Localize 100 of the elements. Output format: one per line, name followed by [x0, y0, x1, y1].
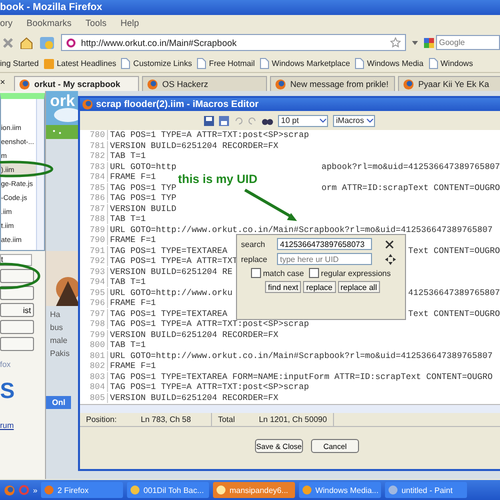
- address-bar[interactable]: http://www.orkut.co.in/Main#Scrapbook: [61, 34, 406, 51]
- sidebar-logo: S: [0, 378, 16, 404]
- sidebar-caption: fox: [0, 360, 12, 369]
- checkbox-label: regular expressions: [320, 268, 391, 278]
- dialog-button[interactable]: replace: [303, 281, 336, 293]
- search-input[interactable]: 4125366473897658073: [277, 238, 372, 250]
- profile-text: male: [50, 336, 68, 345]
- replace-input[interactable]: type here ur UID: [277, 253, 372, 265]
- sidebar-button[interactable]: ist: [0, 303, 34, 317]
- code-text: Text CONTENT=OUGRO: [408, 308, 500, 319]
- site-logo: ork: [50, 93, 75, 111]
- line-number: 796: [80, 298, 108, 308]
- forum-link[interactable]: rum: [0, 421, 45, 430]
- app-icon: [302, 485, 312, 495]
- bookmark-link[interactable]: Windows Marketplace: [260, 58, 350, 69]
- line-number: 800: [80, 340, 108, 350]
- browser-tab[interactable]: orkut - My scrapbook: [14, 76, 140, 91]
- sidebar-button[interactable]: [0, 320, 34, 334]
- code-text: 412536647389765807: [408, 288, 500, 298]
- line-number: 804: [80, 382, 108, 392]
- code-text: TAG POS=1 TYPE=A ATTR=TXT:post<SP>scrap: [110, 319, 309, 330]
- more-button[interactable]: »: [33, 486, 38, 494]
- page-icon: [121, 58, 130, 69]
- checkbox[interactable]: [251, 268, 261, 278]
- online-bar[interactable]: Onl: [46, 396, 72, 409]
- menu-item[interactable]: Help: [120, 18, 140, 28]
- close-icon[interactable]: [385, 240, 394, 248]
- dialog-button[interactable]: find next: [265, 281, 302, 293]
- bookmark-link[interactable]: Windows: [428, 58, 473, 69]
- save-icon[interactable]: [204, 116, 214, 126]
- line-number: 784: [80, 172, 108, 182]
- code-text: TAG POS=1 TYPE=TEXTAREA FORM=NAME:inputForm ATTR=ID:scrapText CONTENT=OUGRO: [110, 372, 493, 382]
- search-field[interactable]: Google: [436, 35, 500, 50]
- line-number: 794: [80, 277, 108, 288]
- close-sidebar-button[interactable]: ×: [0, 77, 6, 87]
- save-as-icon[interactable]: [219, 116, 229, 126]
- tab-icon: [275, 78, 286, 90]
- checkbox[interactable]: [308, 268, 319, 278]
- code-text: URL GOTO=http://www.orkut.co.in/Main#Scrapbook?rl=mo&uid=412536647389765807: [110, 350, 493, 361]
- code-text: TAG POS=1 TYPE=A ATTR=TXT:post<SP>scrap: [110, 382, 309, 392]
- position-value: Ln 783, Ch 58: [140, 415, 192, 424]
- line-number: 786: [80, 193, 108, 204]
- move-icon[interactable]: [385, 254, 396, 264]
- code-text: FRAME F=1: [110, 361, 156, 372]
- profile-text: Pakis: [50, 349, 70, 358]
- bookmark-link[interactable]: Latest Headlines: [44, 58, 116, 68]
- taskbar-button[interactable]: Windows Media...: [299, 482, 382, 498]
- home-icon[interactable]: [20, 36, 33, 48]
- taskbar-button[interactable]: 001Dil Toh Bac...: [127, 482, 210, 498]
- line-number: 781: [80, 140, 108, 151]
- code-text: URL GOTO=http://www.orkut.co.in/Main#Scrapbook?rl=mo&uid=412536647389765807: [110, 224, 493, 235]
- line-number: 799: [80, 330, 108, 340]
- profile-text: bus: [50, 323, 63, 332]
- stop-icon[interactable]: [2, 36, 14, 48]
- total-label: Total: [216, 415, 236, 424]
- code-text: FRAME F=1: [110, 172, 156, 182]
- bookmark-link[interactable]: ing Started: [0, 59, 39, 68]
- sidebar-button[interactable]: [0, 269, 34, 283]
- star-icon[interactable]: [390, 37, 401, 48]
- taskbar-button[interactable]: untitled - Paint: [385, 482, 468, 498]
- line-number: 787: [80, 204, 108, 214]
- menu-item[interactable]: ory: [0, 18, 13, 28]
- scrollbar[interactable]: [80, 404, 500, 413]
- dropdown-icon: [319, 118, 327, 124]
- browser-tab[interactable]: New message from prikle!: [270, 76, 396, 91]
- line-number: 789: [80, 224, 108, 235]
- line-number: 785: [80, 182, 108, 193]
- taskbar-button[interactable]: 2 Firefox: [41, 482, 124, 498]
- menu-item[interactable]: Bookmarks: [26, 18, 72, 28]
- mode-select[interactable]: iMacros: [333, 114, 375, 126]
- line-number: 783: [80, 162, 108, 172]
- code-text: FRAME F=1: [110, 298, 156, 308]
- bookmark-link[interactable]: Customize Links: [121, 58, 192, 69]
- code-text: orm ATTR=ID:scrapText CONTENT=OUGRO: [321, 182, 500, 193]
- code-text: VERSION BUILD=6251204 RECORDER=FX: [110, 392, 278, 403]
- tab-icon: [147, 78, 158, 90]
- code-text: TAG POS=1 TYP: [110, 182, 176, 193]
- dropdown-icon[interactable]: [412, 40, 418, 44]
- code-text: VERSION BUILD: [110, 204, 176, 214]
- search-label: search: [241, 240, 266, 248]
- browser-tab[interactable]: OS Hackerz: [142, 76, 268, 91]
- scrollbar[interactable]: [36, 99, 44, 250]
- menu-item[interactable]: Tools: [86, 18, 107, 28]
- sidebar-button[interactable]: [0, 337, 34, 351]
- code-text: TAG POS=1 TYPE=TEXTAREA: [110, 308, 228, 319]
- font-size-select[interactable]: 10 pt: [278, 114, 328, 126]
- line-number: 792: [80, 256, 108, 266]
- google-icon[interactable]: [424, 38, 434, 48]
- bookmark-link[interactable]: Free Hotmail: [196, 58, 255, 69]
- tab-icon: [403, 78, 414, 90]
- code-text: URL GOTO=http: [110, 162, 176, 172]
- code-text: VERSION BUILD=6251204 RE: [110, 266, 232, 277]
- code-text: TAB T=1: [110, 340, 146, 350]
- dialog-button[interactable]: replace all: [338, 281, 380, 293]
- dropdown-icon: [366, 118, 374, 124]
- line-number: 802: [80, 361, 108, 372]
- checkbox-label: match case: [263, 268, 304, 278]
- browser-tab[interactable]: Pyaar Kii Ye Ek Ka: [398, 76, 500, 91]
- editor-icon: [82, 99, 93, 110]
- bookmark-link[interactable]: Windows Media: [355, 58, 424, 69]
